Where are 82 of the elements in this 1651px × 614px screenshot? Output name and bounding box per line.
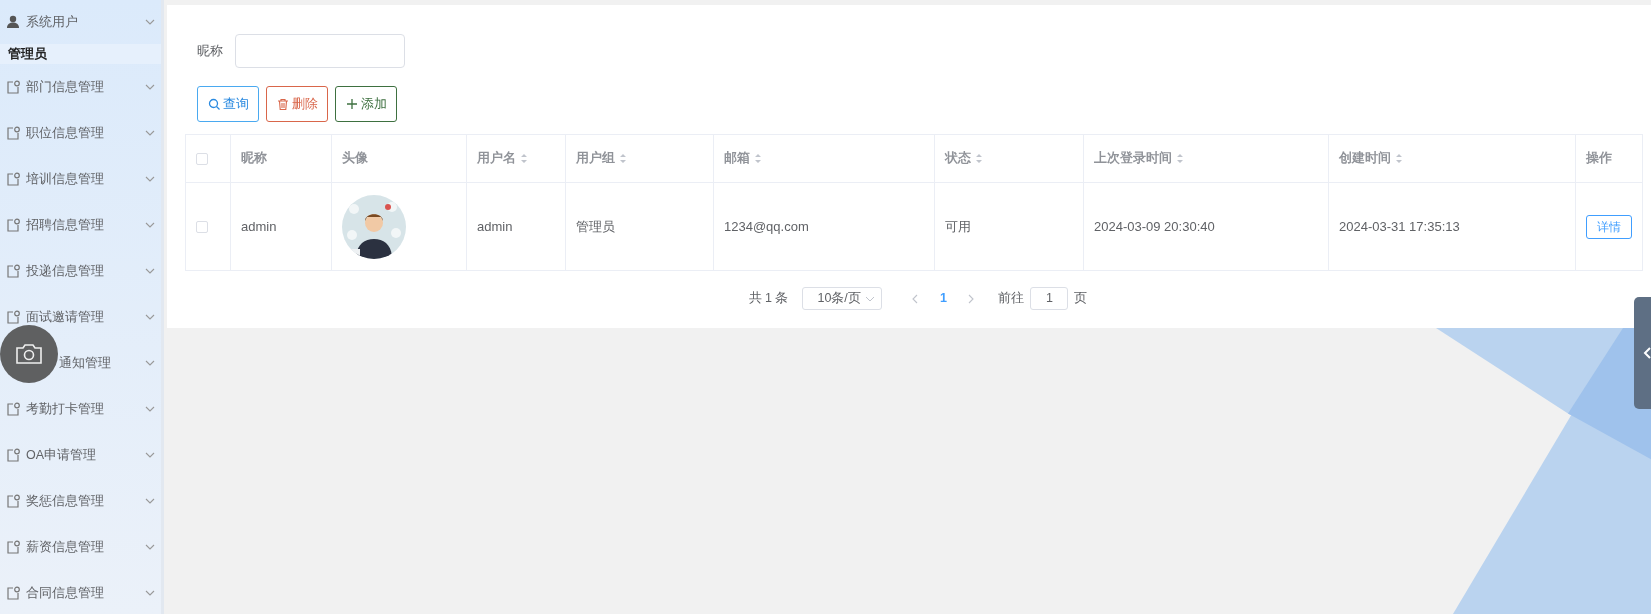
column-header[interactable]: 用户名 <box>466 134 566 183</box>
document-icon <box>6 218 20 232</box>
chevron-down-icon <box>145 268 155 274</box>
document-icon <box>6 264 20 278</box>
column-header: 头像 <box>331 134 467 183</box>
sidebar-item[interactable]: 考勤打卡管理 <box>0 386 161 432</box>
document-icon <box>6 310 20 324</box>
chevron-down-icon <box>145 222 155 228</box>
submenu-item[interactable]: 管理员 <box>0 44 161 64</box>
page-input[interactable]: 1 <box>1030 287 1069 310</box>
sidebar-item[interactable]: 合同信息管理 <box>0 570 161 614</box>
table-cell: 2024-03-09 20:30:40 <box>1083 182 1329 271</box>
sidebar-item[interactable]: 职位信息管理 <box>0 110 161 156</box>
page-suffix: 页 <box>1074 290 1088 308</box>
sort-icon <box>1176 153 1184 165</box>
chevron-down-icon <box>145 360 155 366</box>
sidebar-item[interactable]: OA申请管理 <box>0 432 161 478</box>
goto-label: 前往 <box>998 290 1025 308</box>
document-icon <box>6 126 20 140</box>
table-cell: 1234@qq.com <box>713 182 935 271</box>
chevron-down-icon <box>145 406 155 412</box>
sidebar-item[interactable]: 薪资信息管理 <box>0 524 161 570</box>
table-cell: admin <box>466 182 566 271</box>
checkbox[interactable] <box>196 152 208 165</box>
total-count: 共 1 条 <box>748 290 789 308</box>
add-button[interactable]: 添加 <box>335 86 397 122</box>
column-header[interactable]: 用户组 <box>565 134 714 183</box>
column-header[interactable]: 创建时间 <box>1328 134 1576 183</box>
column-header: 操作 <box>1575 134 1643 183</box>
column-header[interactable]: 邮箱 <box>713 134 935 183</box>
sort-icon <box>1395 153 1403 165</box>
search-button[interactable]: 查询 <box>197 86 259 122</box>
table-cell: 可用 <box>934 182 1084 271</box>
nickname-field[interactable] <box>235 34 405 68</box>
chevron-down-icon <box>145 498 155 504</box>
chevron-down-icon <box>145 544 155 550</box>
chevron-right-icon <box>968 293 975 304</box>
document-icon <box>6 80 20 94</box>
chevron-down-icon <box>145 590 155 596</box>
collapse-handle[interactable] <box>1634 297 1651 409</box>
chevron-left-icon <box>912 293 919 304</box>
sort-icon <box>520 153 528 165</box>
document-icon <box>6 540 20 554</box>
chevron-down-icon <box>145 19 155 25</box>
sidebar-item[interactable]: 奖惩信息管理 <box>0 478 161 524</box>
sort-icon <box>619 153 627 165</box>
table-cell: admin <box>230 182 332 271</box>
sidebar-item[interactable]: 部门信息管理 <box>0 64 161 110</box>
sidebar-item[interactable]: 投递信息管理 <box>0 248 161 294</box>
column-header[interactable]: 状态 <box>934 134 1084 183</box>
document-icon <box>6 448 20 462</box>
trash-icon <box>276 98 289 110</box>
document-icon <box>6 586 20 600</box>
chevron-left-icon <box>1643 347 1651 359</box>
search-icon <box>207 98 220 110</box>
checkbox[interactable] <box>196 221 208 234</box>
details-button[interactable]: 详情 <box>1586 214 1632 239</box>
chevron-down-icon <box>145 314 155 320</box>
chevron-down-icon <box>865 295 876 302</box>
page-size-select[interactable]: 10条/页 <box>802 287 883 310</box>
plus-icon <box>345 98 358 110</box>
user-icon <box>6 15 20 29</box>
sidebar-item[interactable]: 面试邀请管理 <box>0 294 161 340</box>
sidebar-item[interactable]: 系统用户 <box>0 0 161 44</box>
table-cell: 2024-03-31 17:35:13 <box>1328 182 1576 271</box>
camera-icon <box>15 343 43 365</box>
document-icon <box>6 402 20 416</box>
table-cell: 管理员 <box>565 182 714 271</box>
chevron-down-icon <box>145 84 155 90</box>
chevron-down-icon <box>145 452 155 458</box>
delete-button[interactable]: 删除 <box>266 86 328 122</box>
chevron-down-icon <box>145 176 155 182</box>
sidebar-item[interactable]: 培训信息管理 <box>0 156 161 202</box>
chevron-down-icon <box>145 130 155 136</box>
sort-icon <box>754 153 762 165</box>
field-label: 昵称 <box>197 42 223 61</box>
sort-icon <box>975 153 983 165</box>
sidebar-item[interactable]: 招聘信息管理 <box>0 202 161 248</box>
column-header[interactable]: 上次登录时间 <box>1083 134 1329 183</box>
document-icon <box>6 494 20 508</box>
document-icon <box>6 172 20 186</box>
column-header: 昵称 <box>230 134 332 183</box>
